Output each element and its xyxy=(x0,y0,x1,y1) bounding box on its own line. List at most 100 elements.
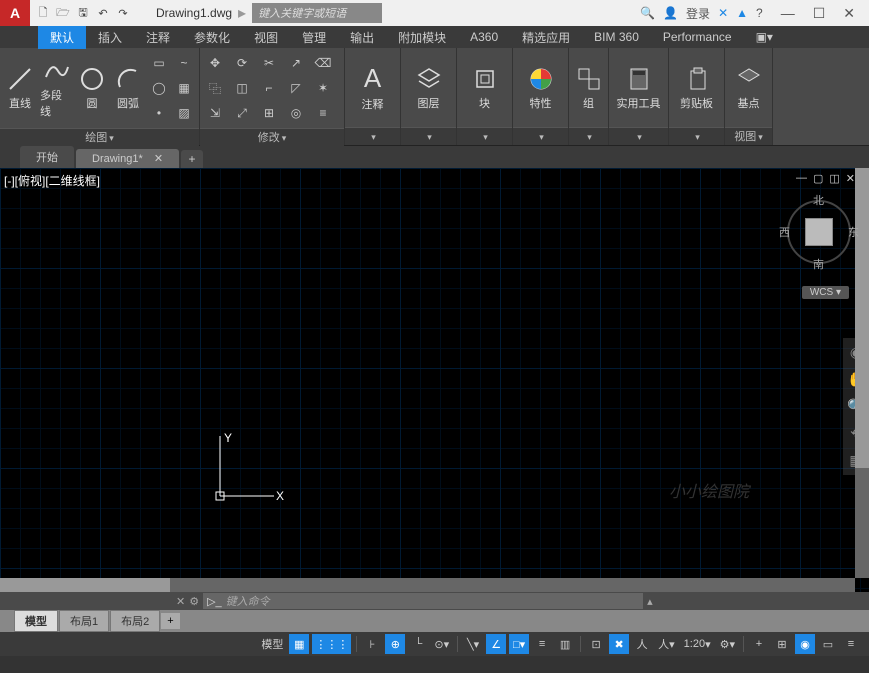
tab-addons[interactable]: 附加模块 xyxy=(386,26,458,49)
hatch-icon[interactable]: ▦ xyxy=(173,77,195,99)
panel-group-arrow[interactable]: ▾ xyxy=(569,127,608,145)
clipboard-button[interactable]: 剪贴板 xyxy=(673,52,720,123)
chamfer-icon[interactable]: ◸ xyxy=(285,77,307,99)
maximize-button[interactable]: ☐ xyxy=(813,5,826,22)
layout-model[interactable]: 模型 xyxy=(14,610,58,632)
help-icon[interactable]: ? xyxy=(756,6,763,20)
layout-add-button[interactable]: + xyxy=(161,613,179,629)
tab-featured[interactable]: 精选应用 xyxy=(510,26,582,49)
view-label[interactable]: [-][俯视][二维线框] xyxy=(4,172,100,189)
quick-properties-icon[interactable]: + xyxy=(749,634,769,654)
rectangle-icon[interactable]: ▭ xyxy=(148,52,170,74)
spline-icon[interactable]: ~ xyxy=(173,52,195,74)
scale-label[interactable]: 1:20▾ xyxy=(681,634,714,654)
drawing-area[interactable]: [-][俯视][二维线框] — ▢ ◫ ✕ 北 南 西 东 WCS ▾ ◉ ✋ … xyxy=(0,168,869,592)
array-icon[interactable]: ⊞ xyxy=(258,102,280,124)
filter-icon[interactable]: 人▾ xyxy=(655,634,678,654)
tab-insert[interactable]: 插入 xyxy=(86,26,134,49)
panel-draw-title[interactable]: 绘图▾ xyxy=(0,128,199,146)
arc-button[interactable]: 圆弧 xyxy=(112,52,144,124)
viewport-close-icon[interactable]: ✕ xyxy=(846,172,855,185)
erase-icon[interactable]: ⌫ xyxy=(312,52,334,74)
undo-icon[interactable]: ↶ xyxy=(94,4,112,22)
layer-button[interactable]: 图层 xyxy=(405,52,452,123)
panel-view-title[interactable]: 视图▾ xyxy=(725,127,772,145)
tab-default[interactable]: 默认 xyxy=(38,26,86,49)
tab-annotate[interactable]: 注释 xyxy=(134,26,182,49)
infer-icon[interactable]: ⊦ xyxy=(362,634,382,654)
open-icon[interactable]: 🗁 xyxy=(54,4,72,22)
tab-output[interactable]: 输出 xyxy=(338,26,386,49)
ellipse-icon[interactable]: ◯ xyxy=(148,77,170,99)
panel-clipboard-arrow[interactable]: ▾ xyxy=(669,127,724,145)
view-cube[interactable]: 北 南 西 东 xyxy=(779,192,859,272)
base-button[interactable]: 基点 xyxy=(729,52,768,123)
layout-1[interactable]: 布局1 xyxy=(59,610,109,632)
status-model[interactable]: 模型 xyxy=(258,634,286,654)
minimize-button[interactable]: — xyxy=(781,5,795,22)
stretch-icon[interactable]: ⇲ xyxy=(204,102,226,124)
line-button[interactable]: 直线 xyxy=(4,52,36,124)
search-input[interactable]: 键入关键字或短语 xyxy=(252,3,382,23)
redo-icon[interactable]: ↷ xyxy=(114,4,132,22)
tab-view[interactable]: 视图 xyxy=(242,26,290,49)
customize-icon[interactable]: ≡ xyxy=(841,634,861,654)
utilities-button[interactable]: 实用工具 xyxy=(613,52,664,123)
viewport-restore-icon[interactable]: ◫ xyxy=(829,172,839,185)
otrack-icon[interactable]: □▾ xyxy=(509,634,529,654)
autodesk-icon[interactable]: ▲ xyxy=(736,6,748,20)
trim-icon[interactable]: ✂ xyxy=(258,52,280,74)
move-icon[interactable]: ✥ xyxy=(204,52,226,74)
tab-add-button[interactable]: + xyxy=(181,150,203,168)
save-icon[interactable]: 🖫 xyxy=(74,4,92,22)
login-label[interactable]: 登录 xyxy=(686,5,710,22)
tab-collapse-icon[interactable]: ▣▾ xyxy=(744,27,785,47)
panel-utilities-arrow[interactable]: ▾ xyxy=(609,127,668,145)
block-button[interactable]: 块 xyxy=(461,52,508,123)
viewport-minimize-icon[interactable]: — xyxy=(796,172,807,185)
wcs-label[interactable]: WCS ▾ xyxy=(802,286,849,299)
explode-icon[interactable]: ✶ xyxy=(312,77,334,99)
units-icon[interactable]: ⊞ xyxy=(772,634,792,654)
layout-2[interactable]: 布局2 xyxy=(110,610,160,632)
point-icon[interactable]: • xyxy=(148,102,170,124)
copy-icon[interactable]: ⿻ xyxy=(204,77,226,99)
binoculars-icon[interactable]: 🔍 xyxy=(640,6,655,20)
extend-icon[interactable]: ↗ xyxy=(285,52,307,74)
offset-icon[interactable]: ◎ xyxy=(285,102,307,124)
mirror-icon[interactable]: ◫ xyxy=(231,77,253,99)
osnap-icon[interactable]: ∠ xyxy=(486,634,506,654)
new-icon[interactable]: 🗋 xyxy=(34,4,52,22)
panel-properties-arrow[interactable]: ▾ xyxy=(513,127,568,145)
tab-manage[interactable]: 管理 xyxy=(290,26,338,49)
isodraft-icon[interactable]: ╲▾ xyxy=(463,634,483,654)
3dosnap-icon[interactable]: ✖ xyxy=(609,634,629,654)
panel-modify-title[interactable]: 修改▾ xyxy=(200,128,344,146)
tab-bim360[interactable]: BIM 360 xyxy=(582,27,651,47)
cmd-config-icon[interactable]: ⚙ xyxy=(189,595,199,608)
scrollbar-horizontal[interactable] xyxy=(0,578,855,592)
region-icon[interactable]: ▨ xyxy=(173,102,195,124)
transparency-icon[interactable]: ▥ xyxy=(555,634,575,654)
cmd-history-icon[interactable]: ▴ xyxy=(647,595,653,608)
text-button[interactable]: A 注释 xyxy=(349,52,396,123)
gear-icon[interactable]: ⚙▾ xyxy=(717,634,738,654)
clean-screen-icon[interactable]: ▭ xyxy=(818,634,838,654)
dyn-ucs-icon[interactable]: 人 xyxy=(632,634,652,654)
grid-toggle-icon[interactable]: ▦ xyxy=(289,634,309,654)
scale-icon[interactable]: ⤢ xyxy=(231,102,253,124)
tab-start[interactable]: 开始 xyxy=(20,146,74,168)
fillet-icon[interactable]: ⌐ xyxy=(258,77,280,99)
selection-cycling-icon[interactable]: ⊡ xyxy=(586,634,606,654)
snap-toggle-icon[interactable]: ⋮⋮⋮ xyxy=(312,634,351,654)
ortho-icon[interactable]: └ xyxy=(408,634,428,654)
tab-drawing1[interactable]: Drawing1* ✕ xyxy=(76,149,179,168)
panel-annotate-arrow[interactable]: ▾ xyxy=(345,127,400,145)
cmd-close-icon[interactable]: ✕ xyxy=(176,595,185,608)
exchange-icon[interactable]: ✕ xyxy=(718,6,728,20)
tab-close-icon[interactable]: ✕ xyxy=(154,153,163,165)
close-button[interactable]: ✕ xyxy=(843,5,855,22)
viewport-maximize-icon[interactable]: ▢ xyxy=(813,172,823,185)
polar-icon[interactable]: ⊙▾ xyxy=(431,634,452,654)
rotate-icon[interactable]: ⟳ xyxy=(231,52,253,74)
